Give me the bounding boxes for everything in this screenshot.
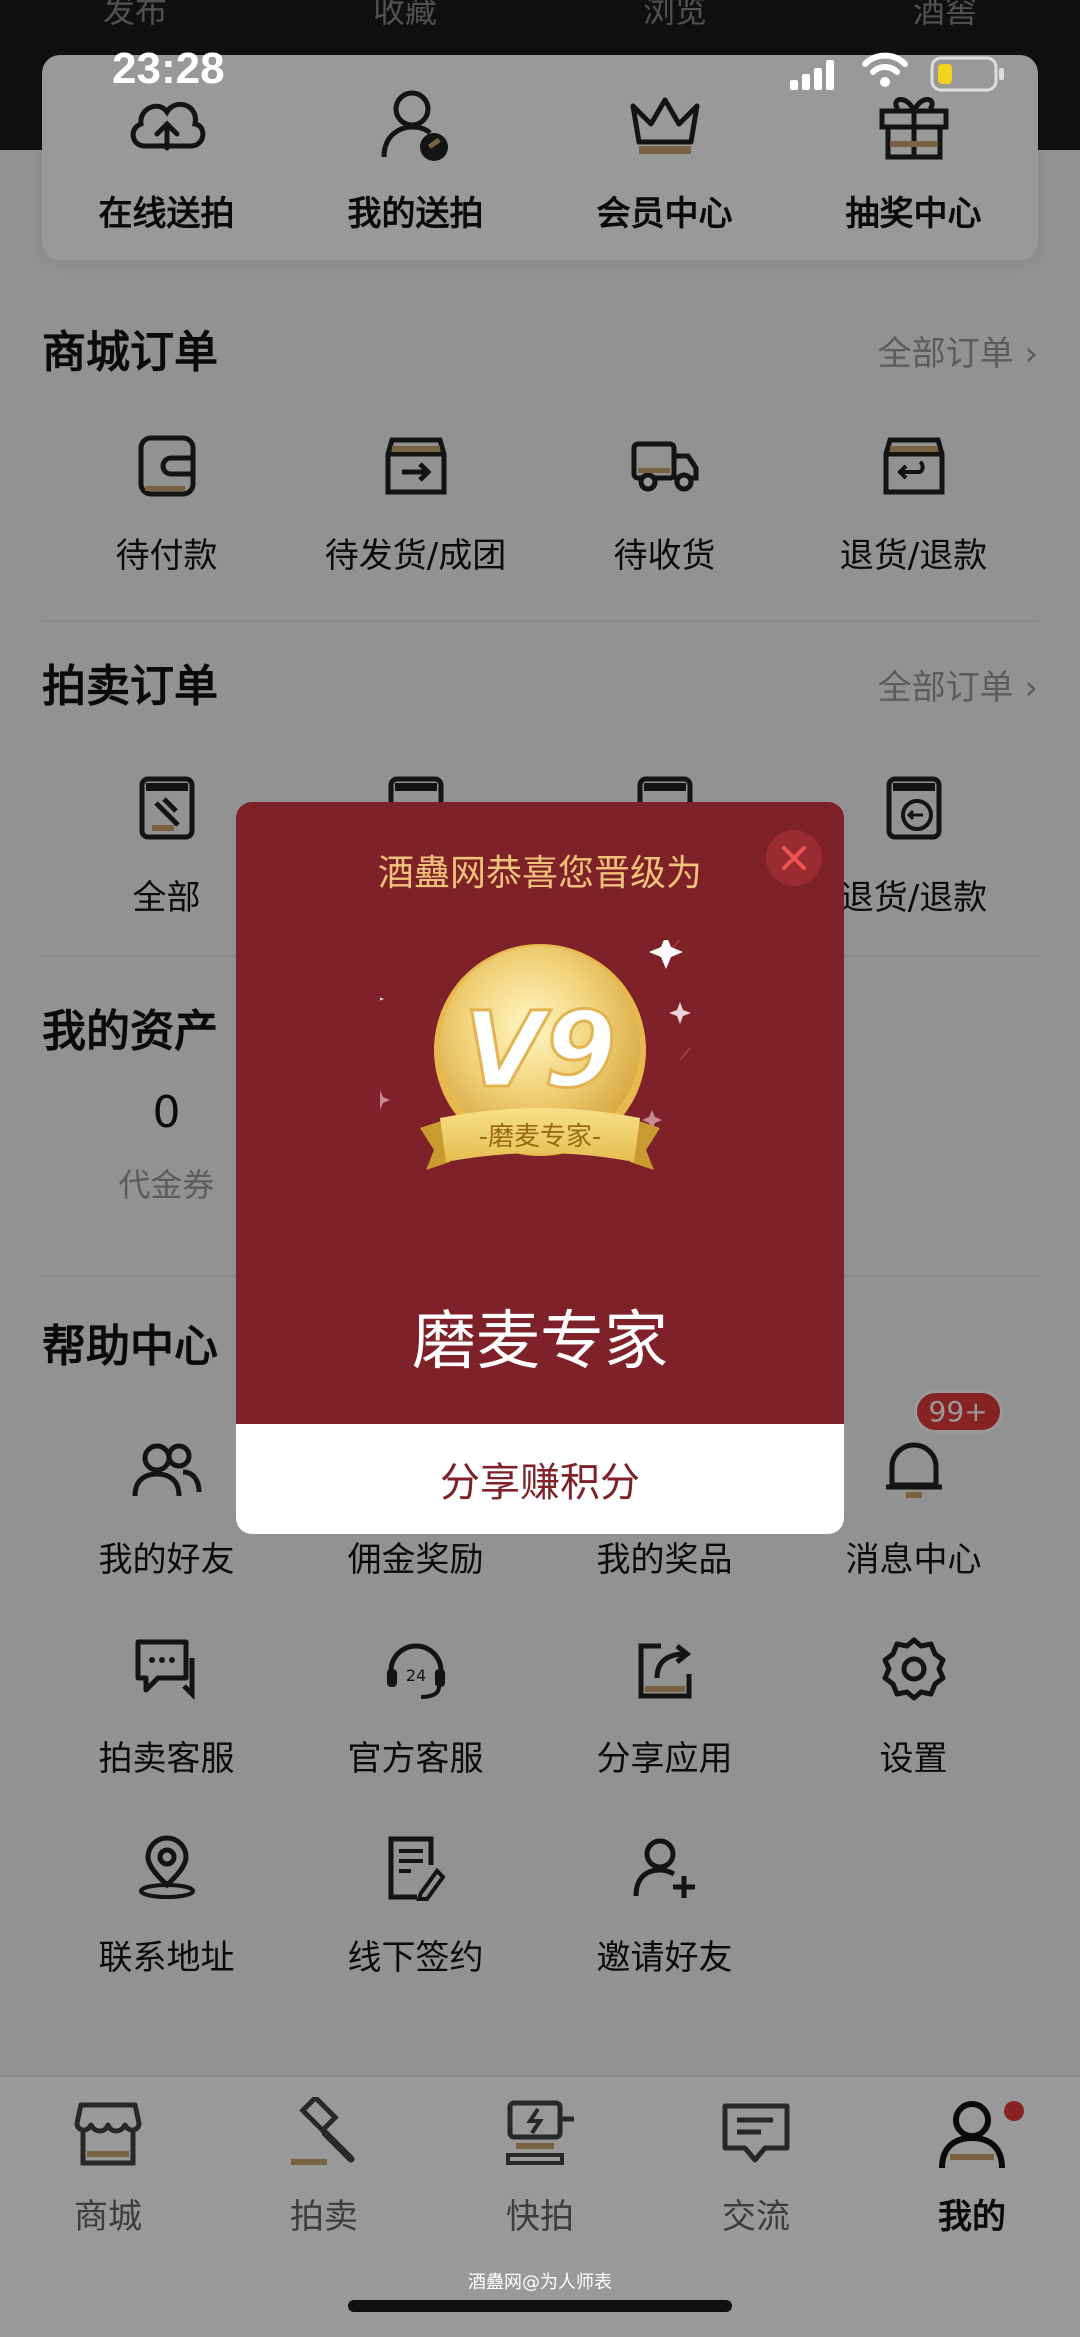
dialog-heading: 酒蠱网恭喜您晋级为 (377, 853, 702, 894)
home-indicator (348, 2300, 732, 2312)
watermark: 酒蠱网@为人师表 (468, 2272, 612, 2293)
v9-medal-icon: V9 -磨麦专家- (380, 940, 691, 1170)
status-bar: 23:28 (0, 38, 1080, 108)
share-points-label: 分享赚积分 (440, 1460, 640, 1506)
close-button[interactable] (766, 830, 822, 886)
level-name: 磨麦专家 (412, 1305, 668, 1379)
share-points-button[interactable]: 分享赚积分 (236, 1424, 844, 1534)
dialog-body: 酒蠱网恭喜您晋级为 V9 -磨麦专家- 磨麦专家 (236, 802, 844, 1424)
status-time: 23:28 (112, 44, 225, 93)
svg-text:V9: V9 (464, 989, 617, 1111)
close-icon (782, 846, 806, 870)
signal-icon (790, 60, 836, 94)
wifi-icon (862, 52, 908, 92)
battery-icon (930, 56, 1006, 96)
svg-text:-磨麦专家-: -磨麦专家- (479, 1122, 602, 1152)
level-up-dialog: 酒蠱网恭喜您晋级为 V9 -磨麦专家- 磨麦专家 分享赚积分 (236, 802, 844, 1534)
